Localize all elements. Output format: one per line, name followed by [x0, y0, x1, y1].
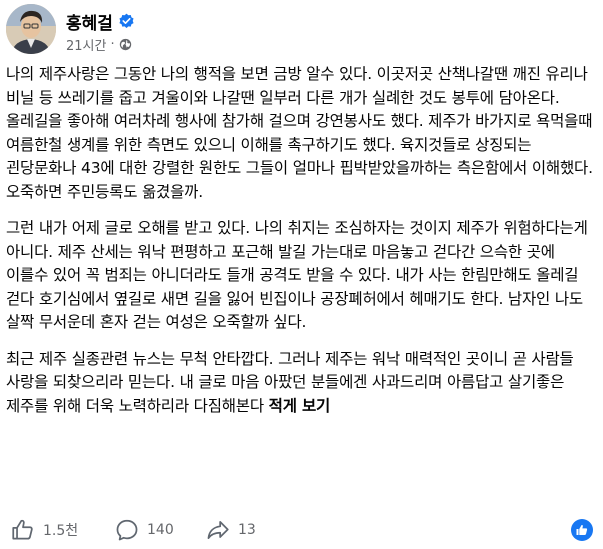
- like-count: 1.5천: [43, 523, 79, 539]
- post-meta: 21시간 ·: [66, 35, 132, 54]
- facebook-post: 홍혜걸 21시간 · 나의 제주사랑은 그동안 나의 행적을 보면 금방 알수 …: [0, 0, 603, 549]
- post-paragraph: 최근 제주 실종관련 뉴스는 무척 안타깝다. 그러나 제주는 워낙 매력적인 …: [6, 348, 598, 419]
- verified-badge-icon: [119, 13, 134, 28]
- meta-separator: ·: [110, 37, 115, 52]
- post-time[interactable]: 21시간: [66, 35, 106, 54]
- like-icon: [12, 519, 33, 540]
- post-actions: 1.5천 140 13: [10, 517, 600, 547]
- globe-icon: [119, 38, 131, 51]
- share-count: 13: [238, 522, 256, 538]
- share-icon: [207, 521, 229, 539]
- author-row: 홍혜걸: [66, 9, 135, 34]
- post-paragraph-text: 그런 내가 어제 글로 오해를 받고 있다. 나의 취지는 조심하자는 것이지 …: [6, 219, 588, 331]
- messenger-like-icon[interactable]: [570, 518, 594, 542]
- comment-icon: [116, 519, 138, 541]
- avatar[interactable]: [6, 4, 56, 54]
- comment-button[interactable]: 140: [114, 517, 174, 543]
- share-button[interactable]: 13: [205, 517, 256, 543]
- post-paragraph: 나의 제주사랑은 그동안 나의 행적을 보면 금방 알수 있다. 이곳저곳 산책…: [6, 65, 593, 201]
- post-header: 홍혜걸 21시간 ·: [6, 4, 596, 60]
- author-name[interactable]: 홍혜걸: [66, 9, 113, 34]
- post-body: 나의 제주사랑은 그동안 나의 행적을 보면 금방 알수 있다. 이곳저곳 산책…: [6, 63, 598, 431]
- see-less-link[interactable]: 적게 보기: [269, 397, 331, 415]
- post-paragraph: 그런 내가 어제 글로 오해를 받고 있다. 나의 취지는 조심하자는 것이지 …: [6, 217, 598, 335]
- like-button[interactable]: 1.5천: [10, 517, 78, 543]
- comment-count: 140: [147, 522, 174, 538]
